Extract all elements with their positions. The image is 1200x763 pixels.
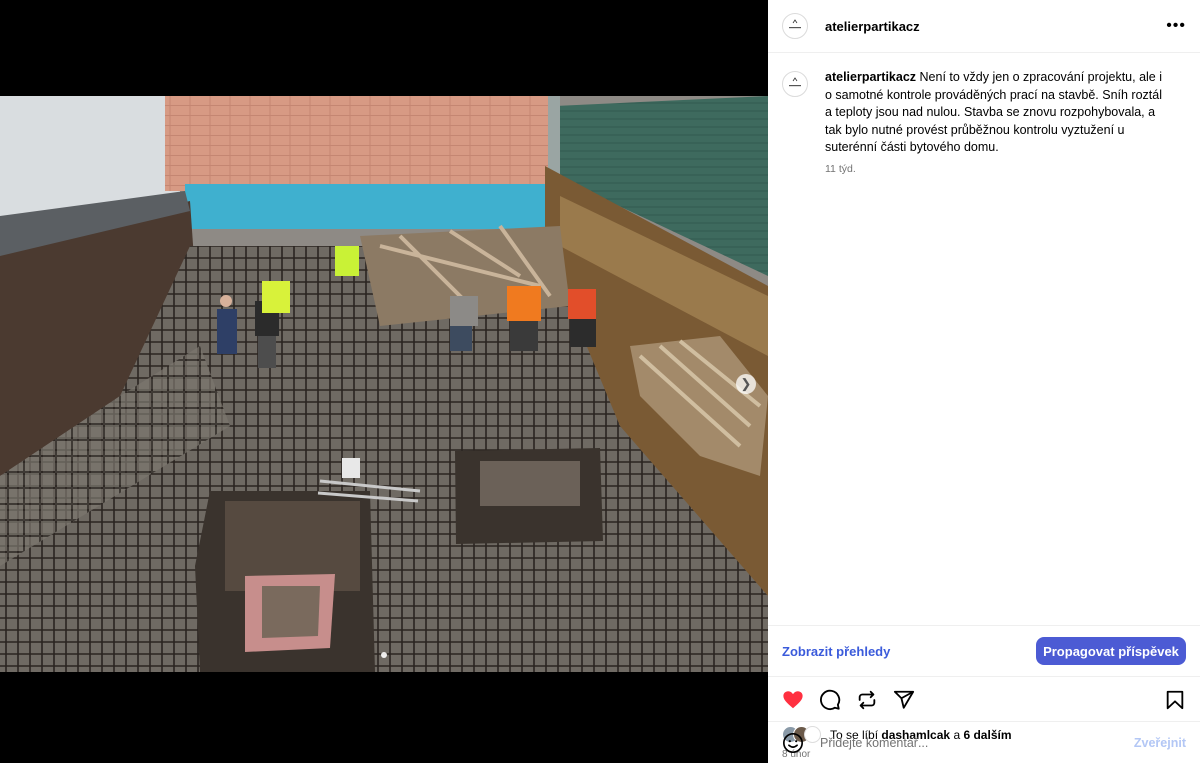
bookmark-icon[interactable] (1164, 689, 1186, 711)
atelier-logo-icon (789, 19, 801, 29)
comment-icon[interactable] (819, 689, 841, 711)
post-header: atelierpartikacz ••• (768, 0, 1200, 53)
emoji-icon[interactable] (782, 732, 804, 754)
media-area: ❯ (0, 0, 768, 763)
view-insights-link[interactable]: Zobrazit přehledy (782, 644, 890, 659)
repost-icon[interactable] (856, 689, 878, 711)
instagram-post-view: ❯ atelierpartikacz ••• atelierpartikacz … (0, 0, 1200, 763)
carousel-dot-active (381, 652, 387, 658)
carousel-next-button[interactable]: ❯ (736, 374, 756, 394)
heart-icon[interactable] (782, 689, 804, 711)
caption-body: atelierpartikacz Není to vždy jen o zpra… (825, 69, 1165, 157)
header-username[interactable]: atelierpartikacz (825, 19, 920, 34)
caption-time[interactable]: 11 týd. (825, 163, 1165, 175)
comment-composer: Zveřejnit (768, 721, 1200, 763)
atelier-logo-icon (789, 77, 801, 87)
promote-post-button[interactable]: Propagovat příspěvek (1036, 637, 1186, 665)
send-icon[interactable] (893, 689, 915, 711)
comments-section: atelierpartikacz Není to vždy jen o zpra… (768, 53, 1200, 625)
caption: atelierpartikacz Není to vždy jen o zpra… (782, 69, 1186, 175)
insights-bar: Zobrazit přehledy Propagovat příspěvek (768, 625, 1200, 676)
more-horizontal-icon[interactable]: ••• (1166, 17, 1186, 35)
profile-avatar[interactable] (782, 13, 808, 39)
action-bar (768, 676, 1200, 723)
carousel-indicators (0, 652, 768, 658)
construction-site-photo[interactable] (0, 96, 768, 672)
post-comment-button[interactable]: Zveřejnit (1134, 736, 1186, 750)
comment-input[interactable] (818, 734, 1122, 751)
caption-avatar[interactable] (782, 71, 808, 97)
post-side-panel: atelierpartikacz ••• atelierpartikacz Ne… (768, 0, 1200, 763)
caption-username[interactable]: atelierpartikacz (825, 70, 916, 84)
